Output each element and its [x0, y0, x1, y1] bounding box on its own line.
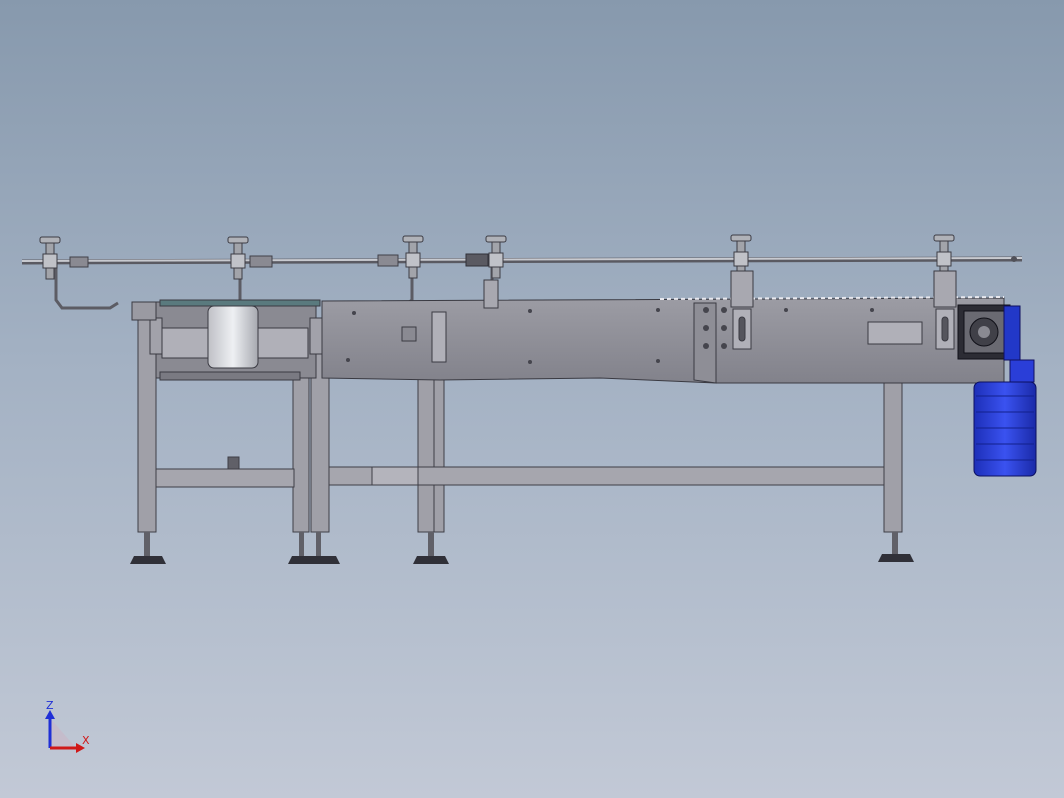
coordinate-triad	[45, 710, 85, 753]
rail-knob[interactable]	[485, 235, 507, 279]
rail-knobs	[39, 234, 955, 280]
guide-rail	[21, 253, 1023, 268]
rail-knob[interactable]	[227, 236, 249, 280]
leveling-foot	[130, 532, 166, 564]
conveyor-drawing	[21, 234, 1037, 753]
x-axis-label: X	[82, 734, 90, 747]
rail-knob[interactable]	[402, 235, 424, 279]
leveling-feet	[130, 532, 914, 564]
leveling-foot	[878, 532, 914, 562]
rail-knob[interactable]	[933, 234, 955, 272]
leveling-foot	[288, 532, 340, 564]
drive-unit	[957, 304, 1037, 477]
rail-knob[interactable]	[730, 234, 752, 272]
cad-viewport[interactable]: Z X	[0, 0, 1064, 798]
z-axis-label: Z	[46, 699, 54, 712]
leveling-foot	[413, 532, 449, 564]
cross-members	[155, 456, 885, 488]
idler-end	[131, 299, 323, 381]
